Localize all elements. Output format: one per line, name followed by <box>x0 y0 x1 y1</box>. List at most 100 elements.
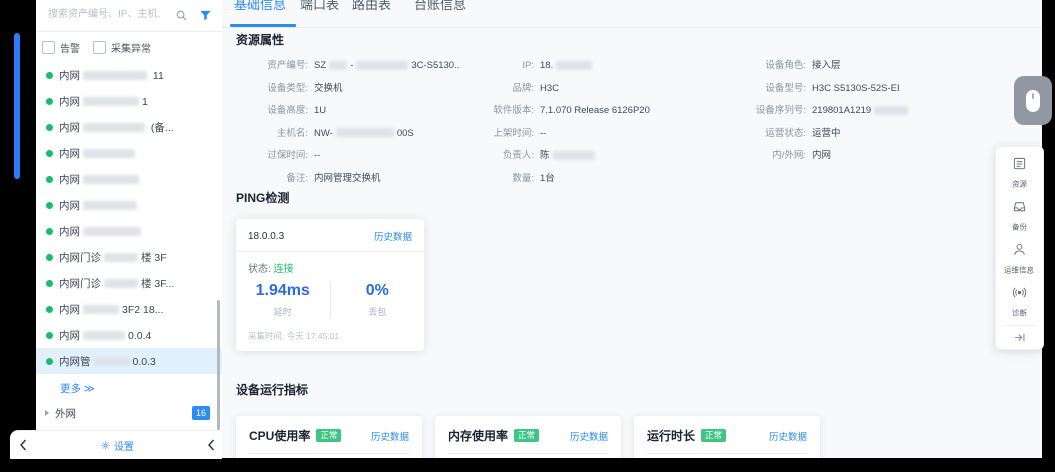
toolbar-collapse-button[interactable] <box>996 328 1043 346</box>
toolbar-item-label: 诊断 <box>1012 308 1027 319</box>
attr-label: 设备序列号: <box>732 104 812 117</box>
device-label: 内网 11 <box>59 68 164 83</box>
attr-label: IP: <box>468 59 540 72</box>
device-list-item[interactable]: 内网 <box>36 218 222 244</box>
latency-value: 1.94ms <box>236 282 330 300</box>
search-icon[interactable] <box>175 9 188 22</box>
redacted-text <box>556 61 592 70</box>
redacted-text <box>83 305 119 314</box>
metric-card: CPU使用率正常历史数据 <box>236 416 422 458</box>
attr-value: 1U <box>314 104 326 117</box>
device-list-item[interactable]: 内网3F2 18... <box>36 296 222 322</box>
device-list-item[interactable]: 内网 <box>36 166 222 192</box>
collapse-left-icon[interactable] <box>19 439 27 451</box>
attr-row: IP:18. <box>468 59 724 72</box>
backup-icon <box>1012 199 1027 219</box>
redacted-text <box>83 201 137 210</box>
app-window: 告警 采集异常 内网 11内网1内网 (备...内网内网内网内网内网门诊楼 3F… <box>0 0 1055 472</box>
metric-divider <box>647 453 807 454</box>
metric-title: 运行时长 <box>647 427 695 444</box>
attr-label: 过保时间: <box>236 149 314 162</box>
redacted-text <box>83 123 145 132</box>
attr-label: 数量: <box>468 172 540 185</box>
collapse-sidebar-icon[interactable] <box>207 439 215 451</box>
sidebar-bottom-bar: 设置 <box>10 430 222 459</box>
alarm-checkbox[interactable] <box>42 41 55 54</box>
history-data-link[interactable]: 历史数据 <box>371 429 409 443</box>
collect-abnormal-checkbox[interactable] <box>93 41 106 54</box>
toolbar-item-label: 资源 <box>1012 179 1027 190</box>
redacted-text <box>553 151 595 160</box>
active-tab-underline <box>230 24 296 27</box>
packet-loss-label: 丢包 <box>331 305 425 318</box>
toolbar-item-label: 备份 <box>1012 222 1027 233</box>
assistant-mouse-button[interactable] <box>1014 76 1052 125</box>
device-label: 内网3F2 18... <box>59 302 163 317</box>
gear-icon <box>100 440 111 451</box>
toolbar-item-resource-list[interactable]: 资源 <box>996 152 1043 195</box>
attr-row: 资产编号:SZ-3C-S5130.. <box>236 59 466 72</box>
metric-card: 运行时长正常历史数据 <box>634 416 820 458</box>
status-dot <box>46 202 53 209</box>
status-dot <box>46 124 53 131</box>
attr-row: 设备序列号:219801A1219 <box>732 104 1032 117</box>
attr-row: 品牌:H3C <box>468 82 724 95</box>
tab-route-table[interactable]: 路由表 <box>352 0 391 13</box>
device-list-item[interactable]: 内网 11 <box>36 62 222 88</box>
redacted-text <box>94 357 130 366</box>
device-list-item[interactable]: 内网门诊楼 3F <box>36 244 222 270</box>
device-list-item[interactable]: 内网 <box>36 140 222 166</box>
toolbar-item-backup[interactable]: 备份 <box>996 195 1043 238</box>
tab-basic-info[interactable]: 基础信息 <box>234 0 286 13</box>
attr-value: NW-00S <box>314 127 414 140</box>
attr-value: H3C <box>540 82 559 95</box>
ping-status-label: 状态: <box>248 264 271 275</box>
sidebar-scrollbar[interactable] <box>217 300 220 430</box>
filter-funnel-icon[interactable] <box>199 9 212 22</box>
status-dot <box>46 228 53 235</box>
metric-divider <box>448 453 608 454</box>
device-list-item[interactable]: 内网管0.0.3 <box>36 348 222 374</box>
toolbar-item-diagnose[interactable]: 诊断 <box>996 281 1043 324</box>
device-list-item[interactable]: 内网1 <box>36 88 222 114</box>
metric-card-header: 运行时长正常历史数据 <box>647 427 807 444</box>
toolbar-item-person[interactable]: 运维信息 <box>996 238 1043 281</box>
left-panel-scrollbar[interactable] <box>14 33 20 179</box>
attr-label: 品牌: <box>468 82 540 95</box>
attr-value: 7.1.070 Release 6126P20 <box>540 104 650 117</box>
attr-value: 内网 <box>812 149 831 162</box>
mouse-icon <box>1023 88 1043 114</box>
device-label: 内网 (备... <box>59 120 174 135</box>
search-input[interactable] <box>46 8 162 21</box>
attr-value: 运营中 <box>812 127 841 140</box>
packet-loss-stat: 0% 丢包 <box>331 282 425 318</box>
more-link[interactable]: 更多 ≫ <box>36 374 222 399</box>
sidebar-group-outer-network[interactable]: 外网 16 <box>36 399 222 427</box>
attr-value: 交换机 <box>314 82 343 95</box>
history-data-link[interactable]: 历史数据 <box>570 429 608 443</box>
attr-value: SZ-3C-S5130.. <box>314 59 459 72</box>
attr-value: -- <box>540 127 546 140</box>
device-list-item[interactable]: 内网 (备... <box>36 114 222 140</box>
attr-value: 18. <box>540 59 595 72</box>
ping-ip: 18.0.0.3 <box>248 231 284 242</box>
device-label: 内网门诊楼 3F... <box>59 276 174 291</box>
status-dot <box>46 254 53 261</box>
metric-card-header: CPU使用率正常历史数据 <box>249 427 409 444</box>
main-panel: 基础信息 端口表 路由表 台账信息 资源属性 资产编号:SZ-3C-S5130.… <box>222 0 1042 458</box>
ping-history-link[interactable]: 历史数据 <box>374 229 412 243</box>
history-data-link[interactable]: 历史数据 <box>769 429 807 443</box>
attr-label: 负责人: <box>468 149 540 162</box>
tab-ledger-info[interactable]: 台账信息 <box>414 0 466 13</box>
diagnose-icon <box>1012 285 1027 305</box>
settings-link[interactable]: 设置 <box>27 438 207 453</box>
device-list-item[interactable]: 内网0.0.4 <box>36 322 222 348</box>
status-dot <box>46 306 53 313</box>
attr-value: 接入层 <box>812 59 841 72</box>
right-toolbar-items: 资源备份运维信息诊断 <box>996 152 1043 324</box>
tab-port-table[interactable]: 端口表 <box>300 0 339 13</box>
device-list-item[interactable]: 内网门诊楼 3F... <box>36 270 222 296</box>
device-label: 内网 <box>59 224 144 239</box>
status-dot <box>46 358 53 365</box>
device-list-item[interactable]: 内网 <box>36 192 222 218</box>
